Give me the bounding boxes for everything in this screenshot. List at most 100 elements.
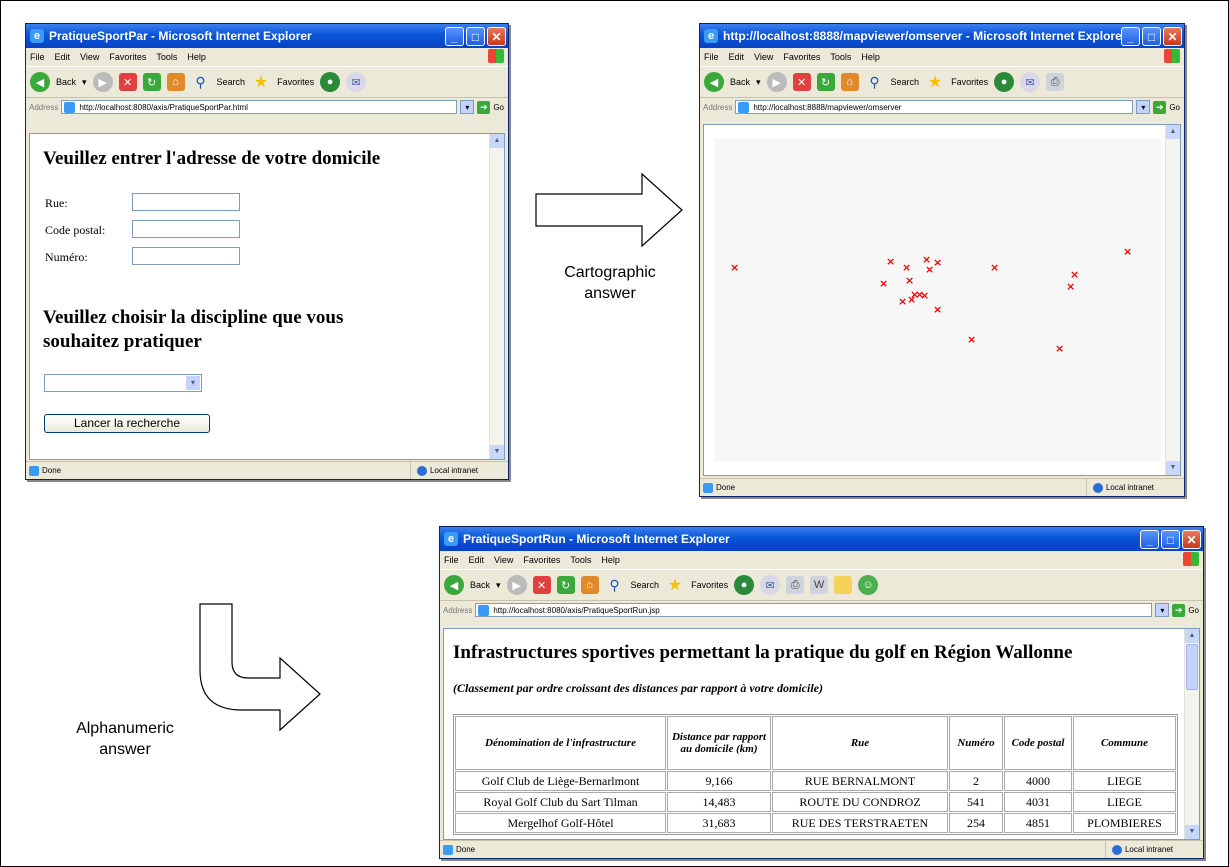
map-marker[interactable]: ×: [907, 294, 916, 305]
vertical-scrollbar[interactable]: ▲ ▼: [1165, 125, 1180, 475]
chevron-down-icon[interactable]: ▾: [186, 376, 200, 390]
refresh-icon[interactable]: ↻: [556, 576, 575, 594]
menu-tools[interactable]: Tools: [156, 52, 177, 62]
search-label[interactable]: Search: [217, 77, 246, 87]
go-arrow-icon[interactable]: ➔: [1153, 100, 1167, 114]
map-marker[interactable]: ×: [933, 304, 942, 315]
menu-view[interactable]: View: [494, 555, 513, 565]
map-marker[interactable]: ×: [925, 264, 934, 275]
stop-icon[interactable]: ✕: [792, 73, 811, 91]
scroll-up-icon[interactable]: ▲: [490, 134, 504, 148]
favorites-star-icon[interactable]: ★: [251, 72, 271, 92]
back-arrow-icon[interactable]: ◀: [704, 72, 724, 92]
vertical-scrollbar[interactable]: ▲ ▼: [489, 134, 504, 459]
back-label[interactable]: Back: [56, 77, 76, 87]
address-dropdown-icon[interactable]: ▾: [460, 100, 475, 114]
numero-input[interactable]: [132, 247, 240, 265]
address-input[interactable]: http://localhost:8888/mapviewer/omserver: [735, 100, 1134, 114]
menu-file[interactable]: File: [444, 555, 459, 565]
maximize-button[interactable]: □: [1142, 26, 1161, 46]
map-canvas[interactable]: × × × × × × × × × × × × × × × × × × × ×: [714, 138, 1161, 462]
media-icon[interactable]: ●: [320, 72, 341, 92]
favorites-label[interactable]: Favorites: [951, 77, 988, 87]
close-button[interactable]: ✕: [1163, 26, 1182, 46]
map-marker[interactable]: ×: [990, 262, 999, 273]
back-dropdown-icon[interactable]: ▾: [82, 77, 87, 88]
favorites-label[interactable]: Favorites: [691, 580, 728, 590]
search-button[interactable]: Lancer la recherche: [44, 414, 210, 433]
search-icon[interactable]: ⚲: [865, 72, 885, 92]
map-marker[interactable]: ×: [920, 290, 929, 301]
menu-edit[interactable]: Edit: [729, 52, 745, 62]
search-label[interactable]: Search: [891, 77, 920, 87]
address-input[interactable]: http://localhost:8080/axis/PratiqueSport…: [61, 100, 458, 114]
vertical-scrollbar[interactable]: ▲ ▼: [1184, 629, 1199, 839]
forward-arrow-icon[interactable]: ▶: [506, 575, 527, 595]
maximize-button[interactable]: □: [466, 26, 485, 46]
scroll-down-icon[interactable]: ▼: [490, 445, 504, 459]
print-icon[interactable]: ⎙: [1046, 73, 1065, 91]
mail-icon[interactable]: ✉: [346, 72, 367, 92]
edit-icon[interactable]: W: [810, 576, 829, 594]
menu-edit[interactable]: Edit: [55, 52, 71, 62]
forward-arrow-icon[interactable]: ▶: [92, 72, 113, 92]
messenger-icon[interactable]: ☺: [858, 575, 879, 595]
discipline-select[interactable]: ▾: [44, 374, 202, 392]
map-marker[interactable]: ×: [886, 256, 895, 267]
refresh-icon[interactable]: ↻: [142, 73, 161, 91]
back-arrow-icon[interactable]: ◀: [444, 575, 464, 595]
map-marker[interactable]: ×: [1055, 343, 1064, 354]
map-marker[interactable]: ×: [902, 262, 911, 273]
map-marker[interactable]: ×: [1123, 246, 1132, 257]
menu-view[interactable]: View: [754, 52, 773, 62]
mail-icon[interactable]: ✉: [1020, 72, 1041, 92]
map-marker[interactable]: ×: [1070, 269, 1079, 280]
scroll-up-icon[interactable]: ▲: [1166, 125, 1180, 139]
go-label[interactable]: Go: [493, 103, 504, 112]
mail-icon[interactable]: ✉: [760, 575, 781, 595]
minimize-button[interactable]: _: [445, 26, 464, 46]
menu-favorites[interactable]: Favorites: [783, 52, 820, 62]
minimize-button[interactable]: _: [1140, 529, 1159, 549]
code-postal-input[interactable]: [132, 220, 240, 238]
menu-help[interactable]: Help: [187, 52, 206, 62]
forward-arrow-icon[interactable]: ▶: [766, 72, 787, 92]
menu-file[interactable]: File: [30, 52, 45, 62]
scroll-up-icon[interactable]: ▲: [1185, 629, 1199, 643]
home-icon[interactable]: ⌂: [580, 576, 599, 594]
media-icon[interactable]: ●: [734, 575, 755, 595]
rue-input[interactable]: [132, 193, 240, 211]
menu-favorites[interactable]: Favorites: [523, 555, 560, 565]
minimize-button[interactable]: _: [1121, 26, 1140, 46]
map-marker[interactable]: ×: [933, 257, 942, 268]
home-icon[interactable]: ⌂: [840, 73, 859, 91]
map-marker[interactable]: ×: [1066, 281, 1075, 292]
scroll-down-icon[interactable]: ▼: [1185, 825, 1199, 839]
map-marker[interactable]: ×: [879, 278, 888, 289]
menu-view[interactable]: View: [80, 52, 99, 62]
favorites-star-icon[interactable]: ★: [665, 575, 685, 595]
back-label[interactable]: Back: [470, 580, 490, 590]
stop-icon[interactable]: ✕: [532, 576, 551, 594]
refresh-icon[interactable]: ↻: [816, 73, 835, 91]
maximize-button[interactable]: □: [1161, 529, 1180, 549]
go-label[interactable]: Go: [1188, 606, 1199, 615]
back-dropdown-icon[interactable]: ▾: [756, 77, 761, 88]
close-button[interactable]: ✕: [487, 26, 506, 46]
map-marker[interactable]: ×: [905, 275, 914, 286]
go-label[interactable]: Go: [1169, 103, 1180, 112]
go-arrow-icon[interactable]: ➔: [1172, 603, 1186, 617]
search-icon[interactable]: ⚲: [191, 72, 211, 92]
folder-icon[interactable]: [834, 576, 853, 594]
scroll-down-icon[interactable]: ▼: [1166, 461, 1180, 475]
home-icon[interactable]: ⌂: [166, 73, 185, 91]
map-marker[interactable]: ×: [730, 262, 739, 273]
media-icon[interactable]: ●: [994, 72, 1015, 92]
map-marker[interactable]: ×: [967, 334, 976, 345]
menu-tools[interactable]: Tools: [570, 555, 591, 565]
address-dropdown-icon[interactable]: ▾: [1136, 100, 1151, 114]
menu-tools[interactable]: Tools: [830, 52, 851, 62]
favorites-star-icon[interactable]: ★: [925, 72, 945, 92]
scroll-thumb[interactable]: [1186, 644, 1198, 690]
menu-edit[interactable]: Edit: [469, 555, 485, 565]
